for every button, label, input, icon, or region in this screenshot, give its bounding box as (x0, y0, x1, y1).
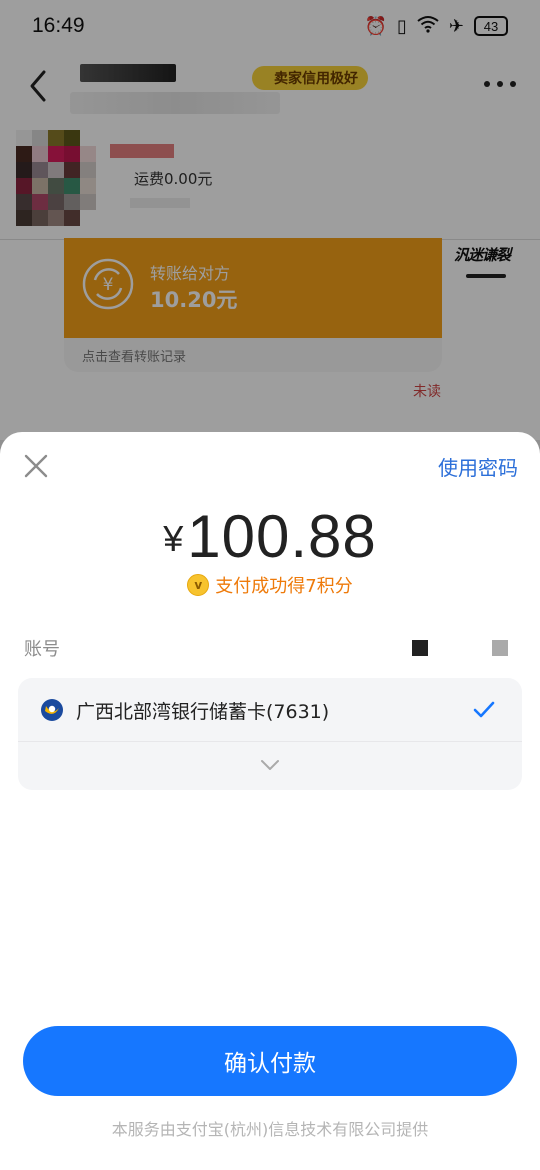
use-password-link[interactable]: 使用密码 (438, 452, 518, 481)
amount-value: 100.88 (187, 503, 377, 570)
close-icon[interactable] (22, 452, 50, 480)
account-label: 账号 (24, 639, 60, 660)
points-reward: v 支付成功得7积分 (0, 572, 540, 598)
payment-sheet: 使用密码 ¥100.88 v 支付成功得7积分 账号 广西北部湾银行储蓄卡(76… (0, 432, 540, 1170)
payment-method-bank-card[interactable]: 广西北部湾银行储蓄卡(7631) (18, 678, 522, 742)
redacted-account-mark (492, 640, 508, 656)
redacted-account-mark (412, 640, 428, 656)
checkmark-icon (473, 701, 495, 718)
payment-method-box: 广西北部湾银行储蓄卡(7631) (18, 678, 522, 790)
currency-symbol: ¥ (163, 518, 184, 559)
confirm-payment-button[interactable]: 确认付款 (23, 1026, 517, 1096)
points-reward-text: 支付成功得7积分 (215, 576, 353, 597)
bank-card-name: 广西北部湾银行储蓄卡(7631) (76, 701, 330, 723)
service-provider-note: 本服务由支付宝(杭州)信息技术有限公司提供 (111, 1120, 429, 1139)
points-coin-icon: v (187, 574, 210, 596)
bank-logo-icon (41, 699, 63, 721)
payment-amount: ¥100.88 (0, 502, 540, 571)
chevron-down-icon[interactable] (260, 758, 280, 772)
